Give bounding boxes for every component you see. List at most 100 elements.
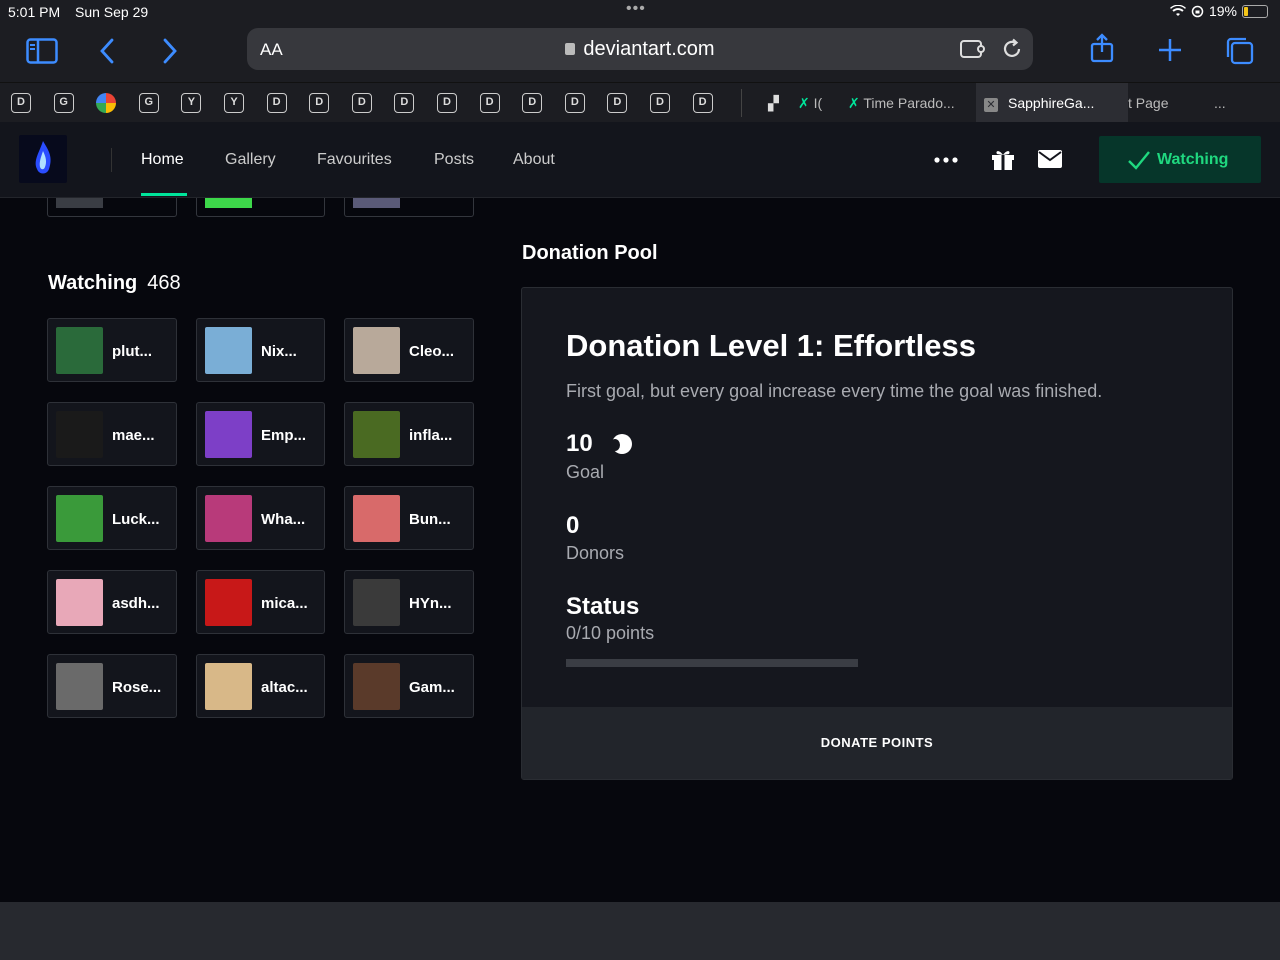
tab-item-active[interactable]: ✕ SapphireGa... [976,83,1128,123]
watched-user-name[interactable]: Rose... [112,679,161,696]
watched-user-name[interactable]: mica... [261,595,308,612]
bookmark-favicon-icon[interactable]: D [394,93,415,113]
avatar [205,198,252,208]
watched-user-name[interactable]: infla... [409,427,452,444]
nav-home[interactable]: Home [141,151,184,169]
partial-card[interactable] [344,198,474,217]
partial-card[interactable] [47,198,177,217]
watched-user-name[interactable]: plut... [112,343,152,360]
bookmark-favicon-icon[interactable]: D [11,93,31,113]
nav-gallery[interactable]: Gallery [225,151,276,169]
tab-overview-icon[interactable] [1225,36,1255,66]
bookmark-favicon-icon[interactable]: D [692,93,713,113]
watched-user-name[interactable]: Luck... [112,511,160,528]
bookmark-favicon-icon[interactable]: Y [181,93,202,113]
watched-user-card[interactable]: altac... [196,654,325,718]
bookmark-favicon-icon[interactable]: G [96,93,117,113]
bookmark-favicon-icon[interactable]: D [522,93,543,113]
avatar[interactable] [205,579,252,626]
status-time: 5:01 PM [8,4,61,20]
avatar[interactable] [56,663,103,710]
watched-user-card[interactable]: Emp... [196,402,325,466]
watched-user-card[interactable]: Nix... [196,318,325,382]
donate-points-button[interactable]: DONATE POINTS [522,707,1232,779]
new-tab-icon[interactable] [1157,37,1183,63]
avatar[interactable] [56,327,103,374]
bookmark-favicon-icon[interactable]: G [138,93,159,113]
watched-user-name[interactable]: Gam... [409,679,455,696]
mail-icon[interactable] [1038,150,1062,168]
avatar[interactable] [353,579,400,626]
tab-label: Time Parado... [863,95,955,111]
orientation-lock-icon [1191,5,1204,17]
watched-user-card[interactable]: HYn... [344,570,474,634]
gift-icon[interactable] [990,147,1016,171]
avatar[interactable] [205,663,252,710]
watched-user-name[interactable]: Cleo... [409,343,454,360]
tab-item[interactable]: ✗ Time Parado... [840,83,975,123]
avatar[interactable] [353,327,400,374]
multitasking-dots-icon[interactable]: ••• [626,0,646,18]
avatar[interactable] [353,411,400,458]
bookmark-favicon-icon[interactable]: D [479,93,500,113]
watched-user-card[interactable]: Wha... [196,486,325,550]
watched-user-card[interactable]: Bun... [344,486,474,550]
watched-user-card[interactable]: Gam... [344,654,474,718]
watched-user-name[interactable]: Bun... [409,511,451,528]
watching-button[interactable]: Watching [1099,136,1261,183]
tab-item[interactable]: ... [1206,83,1276,123]
bookmark-favicon-icon[interactable]: D [650,93,670,113]
watched-user-card[interactable]: Rose... [47,654,177,718]
avatar[interactable] [56,411,103,458]
watched-user-card[interactable]: mae... [47,402,177,466]
tab-item[interactable]: ▞ [760,83,790,123]
bookmark-favicon-icon[interactable]: D [309,93,330,113]
nav-posts[interactable]: Posts [434,151,474,169]
watched-user-card[interactable]: mica... [196,570,325,634]
reload-icon[interactable] [1001,38,1023,60]
tab-item[interactable]: t Page [1120,83,1210,123]
nav-favourites[interactable]: Favourites [317,151,392,169]
watched-user-name[interactable]: mae... [112,427,155,444]
bookmark-favicon-icon[interactable]: D [266,93,287,113]
partial-card[interactable] [196,198,325,217]
watched-user-name[interactable]: HYn... [409,595,452,612]
bookmark-favicon-icon[interactable]: D [437,93,457,113]
watched-user-card[interactable]: infla... [344,402,474,466]
avatar[interactable] [205,411,252,458]
avatar[interactable] [205,495,252,542]
checkmark-icon [1128,151,1150,170]
sidebar-icon[interactable] [26,38,58,64]
bookmark-favicon-icon[interactable]: D [564,93,585,113]
address-bar[interactable]: AA deviantart.com [247,28,1033,70]
avatar[interactable] [205,327,252,374]
more-options-icon[interactable] [934,157,958,163]
forward-arrow-icon[interactable] [162,38,178,64]
nav-about[interactable]: About [513,151,555,169]
back-arrow-icon[interactable] [99,38,115,64]
profile-logo-icon[interactable] [19,135,67,183]
bookmark-favicon-icon[interactable]: G [53,93,74,113]
avatar[interactable] [56,579,103,626]
tab-close-icon[interactable]: ✕ [984,98,998,112]
watched-user-card[interactable]: Cleo... [344,318,474,382]
watched-user-name[interactable]: Emp... [261,427,306,444]
watched-user-name[interactable]: altac... [261,679,308,696]
extension-icon[interactable] [959,38,985,60]
watched-user-name[interactable]: asdh... [112,595,160,612]
avatar[interactable] [353,495,400,542]
watched-user-name[interactable]: Wha... [261,511,305,528]
tab-item[interactable]: ✗ I( [790,83,835,123]
watched-user-name[interactable]: Nix... [261,343,297,360]
share-icon[interactable] [1090,33,1114,63]
bookmark-favicon-icon[interactable]: D [607,93,628,113]
url-display[interactable]: deviantart.com [247,38,1033,61]
avatar[interactable] [56,495,103,542]
bookmark-favicon-icon[interactable]: D [351,93,372,113]
bookmark-favicon-icon[interactable]: Y [224,93,244,113]
watched-user-card[interactable]: plut... [47,318,177,382]
watched-user-card[interactable]: Luck... [47,486,177,550]
active-nav-underline [141,193,187,196]
watched-user-card[interactable]: asdh... [47,570,177,634]
avatar[interactable] [353,663,400,710]
